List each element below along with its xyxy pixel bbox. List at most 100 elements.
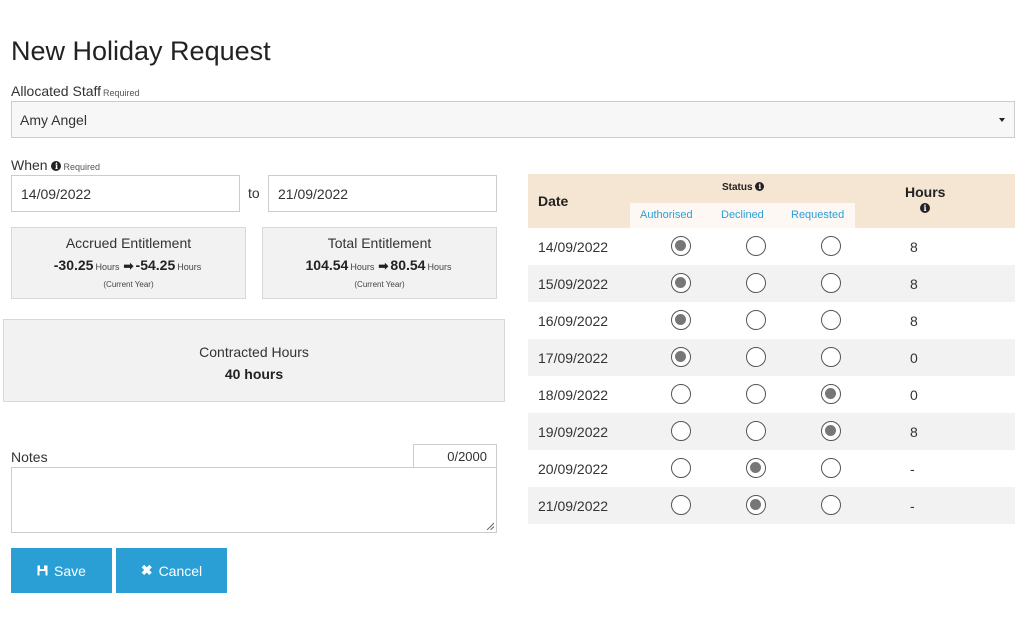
total-to-unit: Hours [427,262,452,272]
info-icon: i [755,182,765,191]
row-date: 19/09/2022 [538,424,609,440]
table-row: 18/09/2022 0 [528,376,1015,413]
accrued-to-unit: Hours [177,262,202,272]
staff-select-value: Amy Angel [20,112,87,128]
accrued-from-value: -30.25 [53,257,94,273]
row-date: 21/09/2022 [538,498,609,514]
dates-status-table: Date Status i Authorised Declined Reques… [528,174,1015,524]
authorised-radio[interactable] [671,421,691,441]
row-date: 14/09/2022 [538,239,609,255]
row-hours: 8 [910,276,918,292]
info-icon: i [51,161,62,171]
authorised-radio[interactable] [671,310,691,330]
accrued-values: -30.25 Hours ➡ -54.25 Hours [12,257,245,273]
total-from-value: 104.54 [305,257,349,273]
total-title: Total Entitlement [327,235,432,251]
status-header-text: Status [722,182,753,193]
requested-radio[interactable] [821,310,841,330]
row-hours: 0 [910,350,918,366]
declined-radio[interactable] [746,384,766,404]
declined-radio[interactable] [746,495,766,515]
authorised-radio[interactable] [671,273,691,293]
table-row: 15/09/2022 8 [528,265,1015,302]
accrued-from-unit: Hours [95,262,120,272]
requested-radio[interactable] [821,421,841,441]
row-hours: 8 [910,313,918,329]
row-hours: 8 [910,239,918,255]
staff-required-note: Required [103,88,140,98]
staff-label-text: Allocated Staff [11,83,102,99]
accrued-title: Accrued Entitlement [65,235,192,251]
notes-textarea[interactable] [11,467,497,533]
row-date: 18/09/2022 [538,387,609,403]
cancel-button-label: Cancel [158,562,203,579]
date-from-input[interactable]: 14/09/2022 [11,175,240,212]
table-row: 20/09/2022 - [528,450,1015,487]
cancel-button[interactable]: ✖ Cancel [116,548,227,593]
table-body: 14/09/2022 8 15/09/2022 8 16/09/2022 8 17/09/2… [528,228,1015,524]
declined-radio[interactable] [746,310,766,330]
save-button-label: Save [54,562,86,579]
staff-select[interactable]: Amy Angel [11,101,1015,138]
date-to-label: to [248,185,260,201]
total-to-value: 80.54 [390,257,426,273]
row-hours: - [910,498,915,514]
total-sub: (Current Year) [354,280,405,289]
row-hours: 0 [910,387,918,403]
requested-radio[interactable] [821,495,841,515]
table-row: 17/09/2022 0 [528,339,1015,376]
date-column-header: Date [538,193,569,209]
save-button[interactable]: Save [11,548,112,593]
hours-column-header: Hours [905,184,946,200]
total-from-unit: Hours [350,262,375,272]
notes-label: Notes [11,449,48,465]
declined-column-header: Declined [721,209,764,221]
date-to-input[interactable]: 21/09/2022 [268,175,497,212]
requested-column-header: Requested [791,209,845,221]
row-date: 20/09/2022 [538,461,609,477]
contracted-value: 40 hours [224,366,284,382]
arrow-right-icon: ➡ [123,259,134,273]
declined-radio[interactable] [746,236,766,256]
row-hours: - [910,461,915,477]
save-icon [37,565,48,576]
row-date: 16/09/2022 [538,313,609,329]
staff-label: Allocated Staff Required [11,83,140,99]
requested-radio[interactable] [821,236,841,256]
status-column-header: Status i [722,182,765,193]
accrued-to-value: -54.25 [135,257,176,273]
declined-radio[interactable] [746,421,766,441]
total-entitlement-panel: Total Entitlement 104.54 Hours ➡ 80.54 Hours… [262,227,497,299]
table-row: 16/09/2022 8 [528,302,1015,339]
contracted-hours-panel: Contracted Hours 40 hours [3,319,505,402]
authorised-radio[interactable] [671,347,691,367]
arrow-right-icon: ➡ [378,259,389,273]
authorised-radio[interactable] [671,236,691,256]
declined-radio[interactable] [746,347,766,367]
when-label-text: When [11,157,48,173]
table-row: 14/09/2022 8 [528,228,1015,265]
resize-grip-icon[interactable] [486,522,494,530]
requested-radio[interactable] [821,384,841,404]
requested-radio[interactable] [821,458,841,478]
total-values: 104.54 Hours ➡ 80.54 Hours [263,257,496,273]
page-title: New Holiday Request [11,36,271,66]
close-icon: ✖ [140,562,153,578]
declined-radio[interactable] [746,458,766,478]
requested-radio[interactable] [821,347,841,367]
when-required-note: Required [63,162,100,172]
authorised-radio[interactable] [671,495,691,515]
row-hours: 8 [910,424,918,440]
declined-radio[interactable] [746,273,766,293]
contracted-title: Contracted Hours [199,344,309,360]
table-header: Date Status i Authorised Declined Reques… [528,174,1015,228]
authorised-radio[interactable] [671,458,691,478]
status-subheader: Authorised Declined Requested [630,203,855,228]
accrued-entitlement-panel: Accrued Entitlement -30.25 Hours ➡ -54.25 Ho… [11,227,246,299]
table-row: 21/09/2022 - [528,487,1015,524]
authorised-radio[interactable] [671,384,691,404]
requested-radio[interactable] [821,273,841,293]
table-row: 19/09/2022 8 [528,413,1015,450]
authorised-column-header: Authorised [640,209,693,221]
when-label: When i Required [11,157,100,173]
